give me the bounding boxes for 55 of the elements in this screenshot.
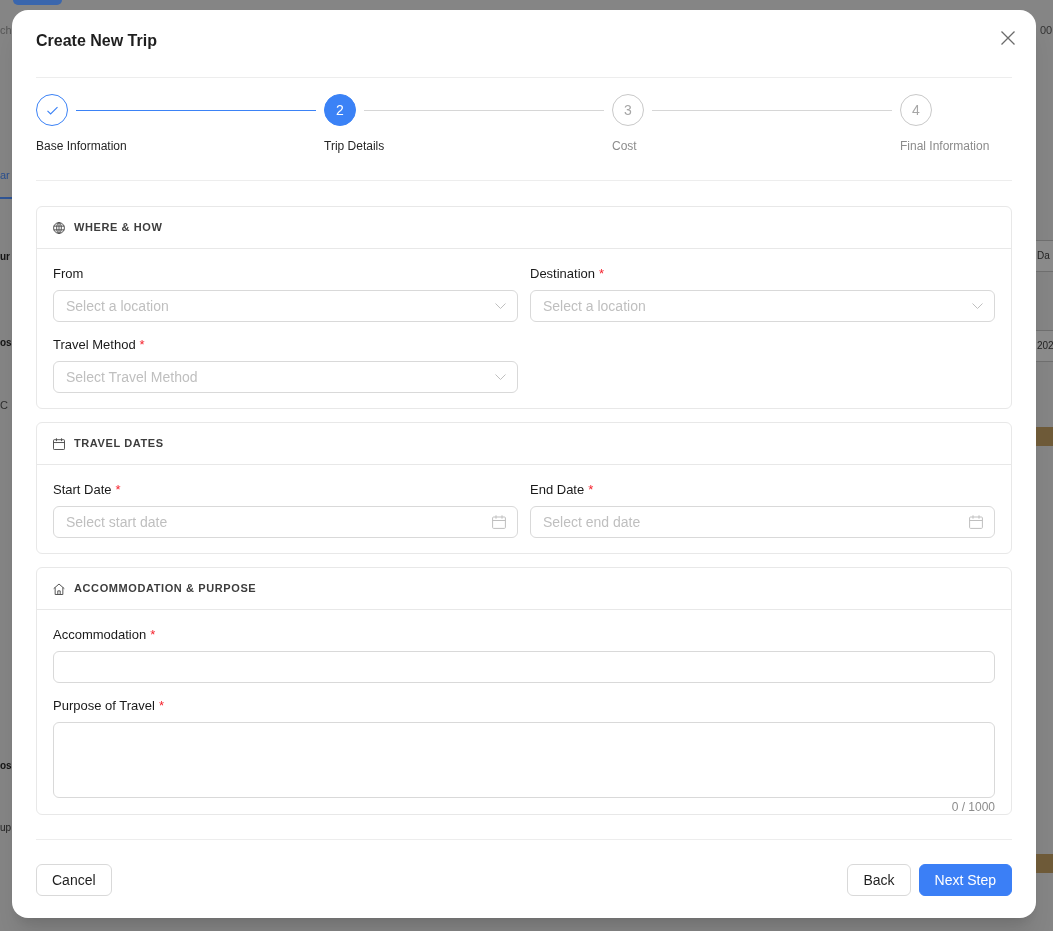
background-text: os <box>0 336 12 350</box>
field-label: Purpose of Travel <box>53 697 155 716</box>
step-label: Cost <box>612 138 638 154</box>
required-mark: * <box>139 336 145 355</box>
select-field[interactable]: Select a location <box>53 290 518 322</box>
required-mark: * <box>115 481 121 500</box>
chevron-down-icon <box>972 303 983 309</box>
section-title: ACCOMMODATION & PURPOSE <box>74 581 257 597</box>
field-label: Start Date <box>53 481 112 500</box>
field-label: End Date <box>530 481 585 500</box>
step-number: 3 <box>612 94 644 126</box>
primary-button[interactable]: Next Step <box>918 864 1012 896</box>
toolbar-button[interactable] <box>13 0 62 5</box>
step-number: 2 <box>324 94 356 126</box>
required-mark: * <box>158 697 164 716</box>
text-field[interactable] <box>53 651 995 683</box>
textarea-field[interactable] <box>53 722 995 798</box>
background-text: 00 <box>1039 23 1053 38</box>
field-label: Destination <box>530 265 596 284</box>
background-text: ur <box>0 250 10 264</box>
background-bar <box>1036 427 1053 446</box>
calendar-icon <box>492 515 506 529</box>
required-mark: * <box>599 265 605 284</box>
step-label: Base Information <box>36 138 128 154</box>
close-icon <box>1001 31 1015 45</box>
globe-icon <box>53 221 65 234</box>
required-mark: * <box>150 626 156 645</box>
field-label: Accommodation <box>53 626 147 645</box>
dialog-title: Create New Trip <box>36 31 157 51</box>
date-field[interactable]: Select start date <box>53 506 518 538</box>
chevron-down-icon <box>495 303 506 309</box>
field-label: Travel Method <box>53 336 136 355</box>
required-mark: * <box>588 481 594 500</box>
secondary-button[interactable]: Back <box>847 864 911 896</box>
step-label: Trip Details <box>324 138 386 154</box>
select-field[interactable]: Select Travel Method <box>53 361 518 393</box>
secondary-button[interactable]: Cancel <box>36 864 112 896</box>
background-text: os <box>0 759 12 773</box>
background-field: 202 <box>1036 330 1053 362</box>
section-title: TRAVEL DATES <box>74 436 164 452</box>
calendar-icon <box>969 515 983 529</box>
section-title: WHERE & HOW <box>74 220 163 236</box>
calendar-icon <box>53 437 65 450</box>
field-label: From <box>53 265 84 284</box>
background-text: up <box>0 822 12 834</box>
step-label: Final Information <box>900 138 991 154</box>
date-field[interactable]: Select end date <box>530 506 995 538</box>
character-counter: 0 / 1000 <box>951 800 995 814</box>
background-bar <box>1036 854 1053 873</box>
house-icon <box>53 582 65 595</box>
step-number: 4 <box>900 94 932 126</box>
select-field[interactable]: Select a location <box>530 290 995 322</box>
background-field: Da <box>1036 240 1053 272</box>
background-text: C <box>0 398 8 413</box>
chevron-down-icon <box>495 374 506 380</box>
